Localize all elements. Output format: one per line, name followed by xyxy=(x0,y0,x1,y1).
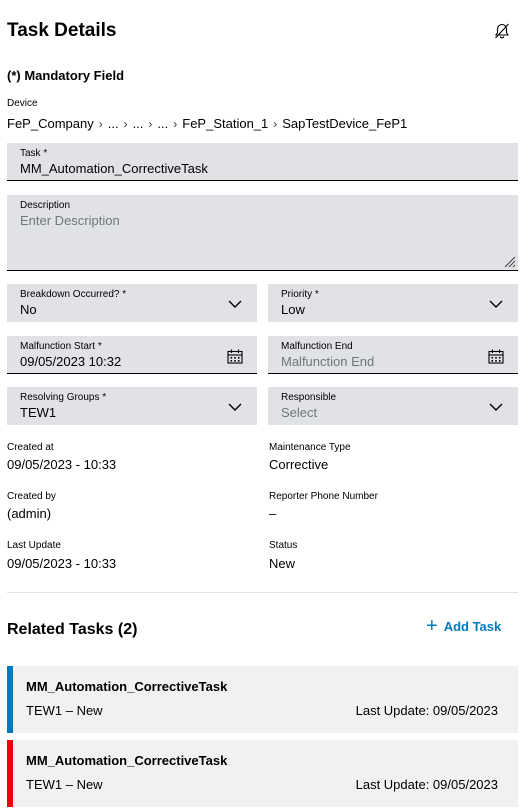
priority-label: Priority * xyxy=(281,289,319,300)
malfunction-start-field[interactable]: Malfunction Start * 09/05/2023 10:32 xyxy=(7,336,257,374)
breadcrumb-item[interactable]: ... xyxy=(157,116,168,131)
last-update-label: Last Update xyxy=(7,540,61,551)
breakdown-value: No xyxy=(20,302,37,317)
section-divider xyxy=(7,592,518,593)
status-value: New xyxy=(269,556,296,571)
task-last-update: Last Update: 09/05/2023 xyxy=(355,777,498,792)
task-value[interactable]: MM_Automation_CorrectiveTask xyxy=(20,161,208,176)
breadcrumb-item[interactable]: SapTestDevice_FeP1 xyxy=(282,116,407,131)
malfunction-end-label: Malfunction End xyxy=(281,341,353,352)
plus-icon: + xyxy=(426,615,438,637)
malfunction-end-placeholder[interactable]: Malfunction End xyxy=(281,354,374,369)
reporter-phone-value: – xyxy=(269,506,277,521)
created-by-label: Created by xyxy=(7,491,56,502)
device-label: Device xyxy=(7,98,38,109)
description-placeholder[interactable]: Enter Description xyxy=(20,213,120,228)
task-name: MM_Automation_CorrectiveTask xyxy=(26,679,228,694)
responsible-label: Responsible xyxy=(281,392,337,403)
breadcrumb-item[interactable]: ... xyxy=(133,116,144,131)
created-by-value: (admin) xyxy=(7,506,52,521)
breakdown-label: Breakdown Occurred? * xyxy=(20,289,127,300)
add-task-label: Add Task xyxy=(443,618,502,634)
related-task-card[interactable]: MM_Automation_CorrectiveTask TEW1 – New … xyxy=(7,666,518,733)
chevron-right-icon: › xyxy=(173,116,178,131)
breadcrumb-item[interactable]: FeP_Company xyxy=(7,116,94,131)
page-title: Task Details xyxy=(7,20,117,41)
add-task-button[interactable]: + Add Task xyxy=(426,615,502,637)
priority-select[interactable]: Priority * Low xyxy=(268,284,518,322)
chevron-down-icon xyxy=(488,296,504,312)
task-status-bar xyxy=(7,740,13,807)
resolving-groups-label: Resolving Groups * xyxy=(20,392,107,403)
malfunction-start-label: Malfunction Start * xyxy=(20,341,102,352)
responsible-placeholder: Select xyxy=(281,405,318,420)
breadcrumb: FeP_Company › ... › ... › ... › FeP_Stat… xyxy=(7,116,407,131)
breadcrumb-item[interactable]: ... xyxy=(108,116,119,131)
malfunction-end-field[interactable]: Malfunction End Malfunction End xyxy=(268,336,518,374)
calendar-icon[interactable] xyxy=(488,348,504,364)
task-group-status: TEW1 – New xyxy=(26,703,103,718)
last-update-value: 09/05/2023 - 10:33 xyxy=(7,556,117,571)
chevron-down-icon xyxy=(488,399,504,415)
related-tasks-title: Related Tasks (2) xyxy=(7,621,138,638)
description-label: Description xyxy=(20,200,71,211)
calendar-icon[interactable] xyxy=(227,348,243,364)
task-status-bar xyxy=(7,666,13,733)
description-field[interactable]: Description Enter Description xyxy=(7,195,518,271)
header: Task Details xyxy=(7,18,525,46)
priority-value: Low xyxy=(281,302,305,317)
related-task-card[interactable]: MM_Automation_CorrectiveTask TEW1 – New … xyxy=(7,740,518,807)
chevron-right-icon: › xyxy=(123,116,128,131)
maintenance-type-label: Maintenance Type xyxy=(269,442,351,453)
notification-toggle-button[interactable] xyxy=(491,20,513,42)
malfunction-start-value[interactable]: 09/05/2023 10:32 xyxy=(20,354,121,369)
task-group-status: TEW1 – New xyxy=(26,777,103,792)
task-name: MM_Automation_CorrectiveTask xyxy=(26,753,228,768)
chevron-down-icon xyxy=(227,296,243,312)
status-label: Status xyxy=(269,540,298,551)
resolving-groups-value: TEW1 xyxy=(20,405,57,420)
mandatory-note: (*) Mandatory Field xyxy=(7,68,125,83)
responsible-select[interactable]: Responsible Select xyxy=(268,387,518,425)
task-last-update: Last Update: 09/05/2023 xyxy=(355,703,498,718)
resize-handle-icon[interactable] xyxy=(502,254,516,268)
resolving-groups-select[interactable]: Resolving Groups * TEW1 xyxy=(7,387,257,425)
reporter-phone-label: Reporter Phone Number xyxy=(269,491,378,502)
chevron-right-icon: › xyxy=(98,116,103,131)
chevron-right-icon: › xyxy=(273,116,278,131)
bell-off-icon xyxy=(494,23,510,39)
breadcrumb-item[interactable]: FeP_Station_1 xyxy=(182,116,268,131)
breakdown-select[interactable]: Breakdown Occurred? * No xyxy=(7,284,257,322)
task-label: Task * xyxy=(20,148,48,159)
created-at-value: 09/05/2023 - 10:33 xyxy=(7,457,117,472)
chevron-right-icon: › xyxy=(148,116,153,131)
created-at-label: Created at xyxy=(7,442,54,453)
chevron-down-icon xyxy=(227,399,243,415)
task-field[interactable]: Task * MM_Automation_CorrectiveTask xyxy=(7,143,518,181)
maintenance-type-value: Corrective xyxy=(269,457,329,472)
